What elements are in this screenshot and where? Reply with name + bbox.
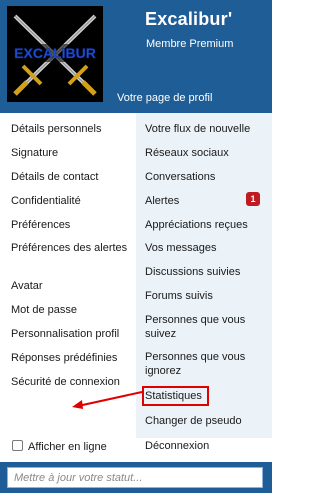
alerts-count-badge: 1 (246, 192, 260, 206)
menu-item-watched-forums[interactable]: Forums suivis (145, 289, 269, 303)
menu-item-profile-customization[interactable]: Personnalisation profil (11, 327, 133, 341)
username[interactable]: Excalibur' (145, 9, 232, 30)
menu-item-change-username[interactable]: Changer de pseudo (145, 414, 269, 428)
menu-item-contact-details[interactable]: Détails de contact (11, 170, 133, 184)
menu-item-signature[interactable]: Signature (11, 146, 133, 160)
red-arrow-annotation-icon (72, 391, 143, 409)
status-input[interactable] (7, 467, 263, 488)
menu-item-social-networks[interactable]: Réseaux sociaux (145, 146, 269, 160)
menu-item-your-messages[interactable]: Vos messages (145, 241, 269, 255)
avatar-logo-text: EXCALIBUR (14, 45, 96, 61)
account-menu-panel: EXCALIBUR Excalibur' Membre Premium Votr… (0, 0, 272, 493)
user-title: Membre Premium (146, 38, 234, 50)
menu-item-people-you-ignore[interactable]: Personnes que vous ignorez (145, 350, 269, 378)
menu-item-conversations[interactable]: Conversations (145, 170, 269, 184)
show-online-checkbox[interactable] (12, 440, 23, 451)
show-online-label[interactable]: Afficher en ligne (28, 441, 107, 453)
menu-item-likes-received[interactable]: Appréciations reçues (145, 218, 269, 232)
menu-item-people-you-follow[interactable]: Personnes que vous suivez (145, 313, 269, 341)
menu-item-password[interactable]: Mot de passe (11, 303, 133, 317)
statistics-highlight-annotation (142, 386, 209, 406)
menu-item-personal-details[interactable]: Détails personnels (11, 122, 133, 136)
menu-item-news-feed[interactable]: Votre flux de nouvelle (145, 122, 269, 136)
menu-item-preferences[interactable]: Préférences (11, 218, 133, 232)
menu-item-privacy[interactable]: Confidentialité (11, 194, 133, 208)
menu-item-canned-replies[interactable]: Réponses prédéfinies (11, 351, 133, 365)
profile-header: EXCALIBUR Excalibur' Membre Premium Votr… (0, 0, 272, 113)
menu-item-avatar[interactable]: Avatar (11, 279, 133, 293)
menu-item-watched-threads[interactable]: Discussions suivies (145, 265, 269, 279)
crossed-swords-logo-icon: EXCALIBUR (7, 6, 103, 102)
avatar[interactable]: EXCALIBUR (7, 6, 103, 102)
menu-item-alert-preferences[interactable]: Préférences des alertes (11, 241, 133, 255)
profile-page-link[interactable]: Votre page de profil (117, 92, 212, 104)
logout-link[interactable]: Déconnexion (145, 440, 209, 452)
